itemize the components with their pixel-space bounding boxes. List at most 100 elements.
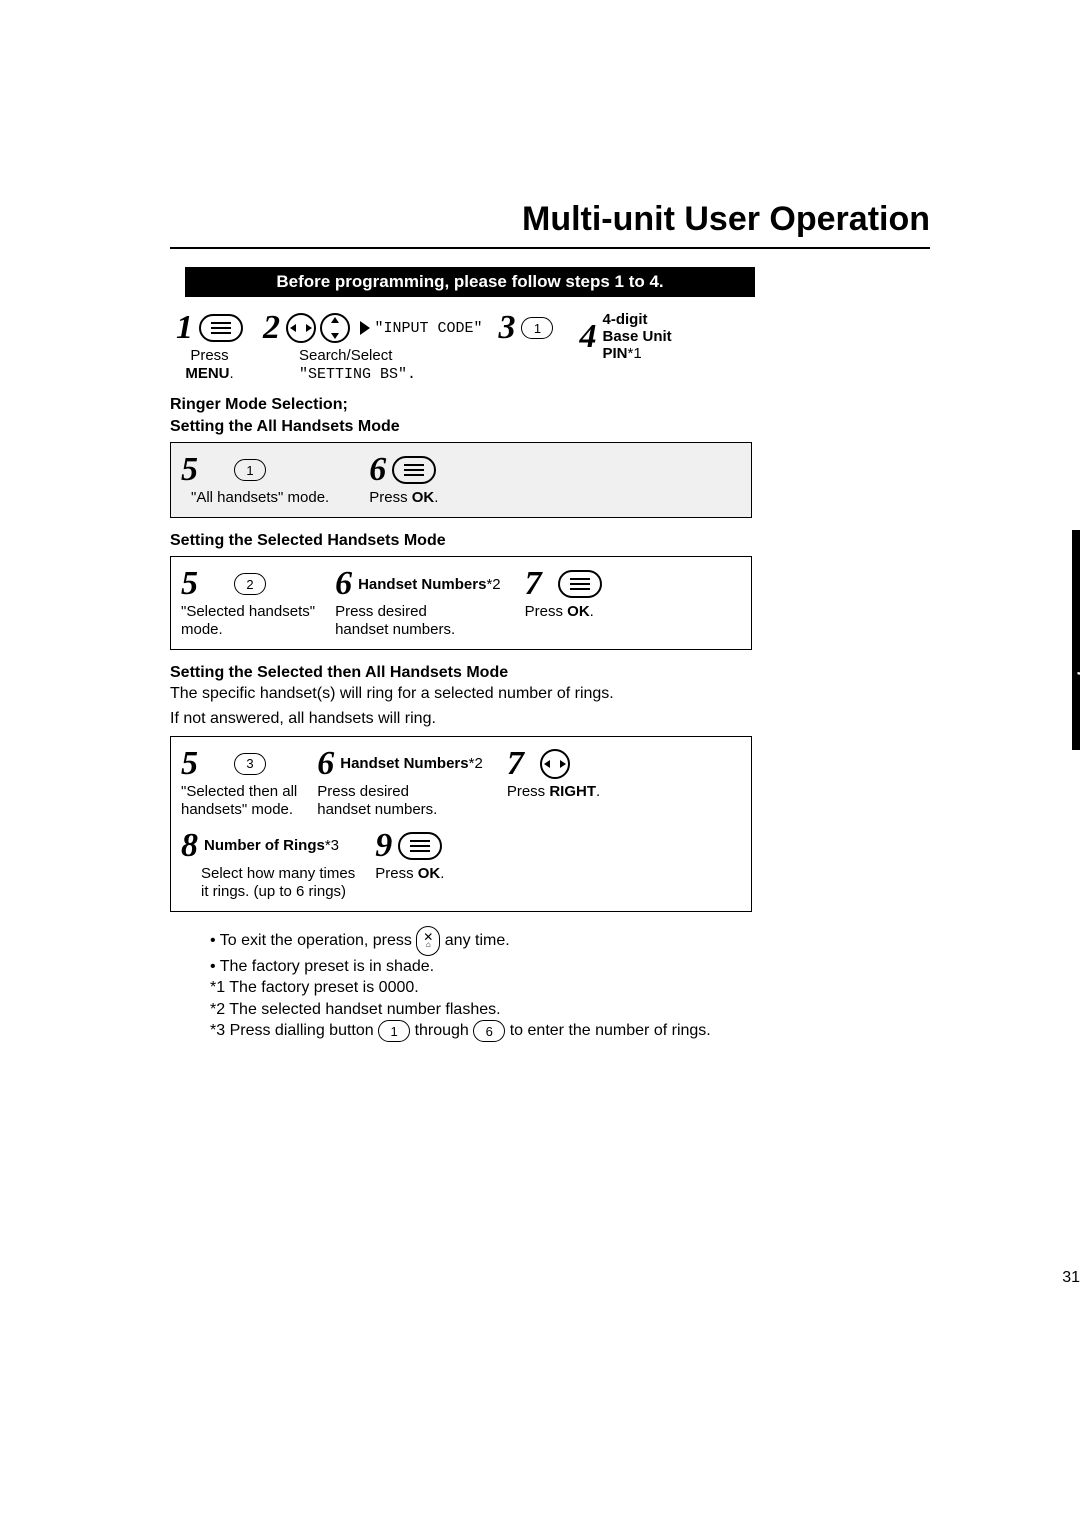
step-4-star1: *1 <box>628 345 642 362</box>
sectionC-step9-number: 9 <box>375 829 392 863</box>
step-4-number: 4 <box>579 320 596 354</box>
sectionC-step8: 8 Number of Rings*3 Select how many time… <box>181 829 355 901</box>
ok-button-icon <box>392 456 436 484</box>
sectionB-step6: 6 Handset Numbers*2 Press desired handse… <box>335 567 501 639</box>
step-4-line1: 4-digit <box>602 311 647 328</box>
footnote-shade: The factory preset is in shade. <box>210 956 930 978</box>
page-title: Multi-unit User Operation <box>170 200 930 239</box>
sectionA-step6: 6 Press OK. <box>369 453 438 507</box>
section-b-block: 5 2 "Selected handsets" mode. 6 Handset … <box>170 556 752 650</box>
section-a-head1: Ringer Mode Selection; <box>170 396 930 414</box>
sectionA-step6-number: 6 <box>369 453 386 487</box>
sectionB-step7-ok: OK <box>567 603 590 620</box>
sectionB-step5-number: 5 <box>181 567 198 601</box>
sectionC-step6: 6 Handset Numbers*2 Press desired handse… <box>317 747 483 819</box>
sectionB-step6-number: 6 <box>335 567 352 601</box>
side-tab-label: Cordless Telephone <box>1072 530 1080 750</box>
step-2-settingbs: "SETTING BS". <box>299 366 416 383</box>
step-4: 4 4-digit Base Unit PIN*1 <box>579 311 671 362</box>
step-2-number: 2 <box>263 311 280 345</box>
step-3: 3 1 <box>498 311 553 345</box>
dpad-leftright-icon <box>540 749 570 779</box>
sectionB-step6-title: Handset Numbers <box>358 576 486 593</box>
section-c-desc2: If not answered, all handsets will ring. <box>170 709 930 730</box>
sectionC-step7: 7 Press RIGHT. <box>507 747 600 801</box>
footnote-2: *2 The selected handset number flashes. <box>210 999 930 1021</box>
sectionC-step8-number: 8 <box>181 829 198 863</box>
sectionA-step5-sub: "All handsets" mode. <box>191 489 329 507</box>
sectionB-step7: 7 Press OK. <box>525 567 602 621</box>
sectionC-step6-star: *2 <box>469 755 483 772</box>
section-a-block: 5 1 "All handsets" mode. 6 Press OK. <box>170 442 752 518</box>
section-a-head2: Setting the All Handsets Mode <box>170 418 930 436</box>
section-c-head: Setting the Selected then All Handsets M… <box>170 664 930 682</box>
side-tab: Cordless Telephone <box>1072 530 1080 750</box>
dpad-updown-icon <box>320 313 350 343</box>
sectionC-step7-press: Press <box>507 783 550 800</box>
dial-3-icon: 3 <box>234 753 266 775</box>
end-call-icon: ✕⌂ <box>416 926 440 956</box>
title-rule <box>170 247 930 249</box>
sectionC-step6-suba: Press desired <box>317 783 409 800</box>
sectionB-step5-subb: mode. <box>181 621 223 638</box>
section-c-desc1: The specific handset(s) will ring for a … <box>170 684 930 705</box>
sectionA-step5-number: 5 <box>181 453 198 487</box>
step-2-searchselect: Search/Select <box>299 347 392 364</box>
step-1: 1 Press MENU. <box>176 311 243 383</box>
sectionC-step8-subb: it rings. (up to 6 rings) <box>201 883 346 900</box>
arrow-right-icon <box>360 321 370 335</box>
sectionC-step8-title: Number of Rings <box>204 837 325 854</box>
intro-steps: 1 Press MENU. 2 "INPUT CODE" Search/Sele… <box>176 311 930 384</box>
sectionC-step8-star: *3 <box>325 837 339 854</box>
ok-button-icon <box>398 832 442 860</box>
sectionC-step9: 9 Press OK. <box>375 829 444 883</box>
sectionC-step6-number: 6 <box>317 747 334 781</box>
footnotes: To exit the operation, press ✕⌂ any time… <box>170 926 930 1043</box>
sectionC-step6-subb: handset numbers. <box>317 801 437 818</box>
menu-button-icon <box>199 314 243 342</box>
step-3-number: 3 <box>498 311 515 345</box>
sectionB-step7-press: Press <box>525 603 568 620</box>
sectionC-step6-title: Handset Numbers <box>340 755 468 772</box>
footnote-exit: To exit the operation, press ✕⌂ any time… <box>210 926 930 956</box>
sectionC-step7-number: 7 <box>507 747 524 781</box>
section-b-head: Setting the Selected Handsets Mode <box>170 532 930 550</box>
step-1-menu: MENU <box>185 365 229 382</box>
section-c-block: 5 3 "Selected then all handsets" mode. 6… <box>170 736 752 912</box>
sectionB-step7-number: 7 <box>525 567 542 601</box>
sectionB-step5-suba: "Selected handsets" <box>181 603 315 620</box>
sectionC-step5: 5 3 "Selected then all handsets" mode. <box>181 747 297 819</box>
input-code-label: "INPUT CODE" <box>374 320 482 337</box>
sectionB-step5: 5 2 "Selected handsets" mode. <box>181 567 315 639</box>
sectionC-step5-subb: handsets" mode. <box>181 801 293 818</box>
page-number: 31 <box>1062 1269 1080 1287</box>
dpad-leftright-icon <box>286 313 316 343</box>
sectionC-step8-suba: Select how many times <box>201 865 355 882</box>
sectionB-step6-subb: handset numbers. <box>335 621 455 638</box>
step-1-press: Press <box>190 347 228 364</box>
step-2: 2 "INPUT CODE" Search/Select "SETTING BS… <box>263 311 482 384</box>
step-1-number: 1 <box>176 311 193 345</box>
programming-banner: Before programming, please follow steps … <box>185 267 755 297</box>
step-4-pin: PIN <box>602 345 627 362</box>
sectionA-step6-press: Press <box>369 489 412 506</box>
sectionC-step5-number: 5 <box>181 747 198 781</box>
ok-button-icon <box>558 570 602 598</box>
sectionA-step6-ok: OK <box>412 489 435 506</box>
sectionC-step7-right: RIGHT <box>549 783 596 800</box>
sectionB-step6-suba: Press desired <box>335 603 427 620</box>
footnote-3: *3 Press dialling button 1 through 6 to … <box>210 1020 930 1042</box>
step-4-line2: Base Unit <box>602 328 671 345</box>
dial-1-icon: 1 <box>234 459 266 481</box>
dial-6-icon: 6 <box>473 1020 505 1042</box>
manual-page: Multi-unit User Operation Before program… <box>0 0 1080 1042</box>
sectionC-step5-suba: "Selected then all <box>181 783 297 800</box>
sectionA-step5: 5 1 "All handsets" mode. <box>181 453 329 507</box>
footnote-1: *1 The factory preset is 0000. <box>210 977 930 999</box>
sectionC-step9-ok: OK <box>418 865 441 882</box>
dial-1-icon: 1 <box>521 317 553 339</box>
dial-1-icon: 1 <box>378 1020 410 1042</box>
sectionC-step9-press: Press <box>375 865 418 882</box>
dial-2-icon: 2 <box>234 573 266 595</box>
sectionB-step6-star: *2 <box>486 576 500 593</box>
